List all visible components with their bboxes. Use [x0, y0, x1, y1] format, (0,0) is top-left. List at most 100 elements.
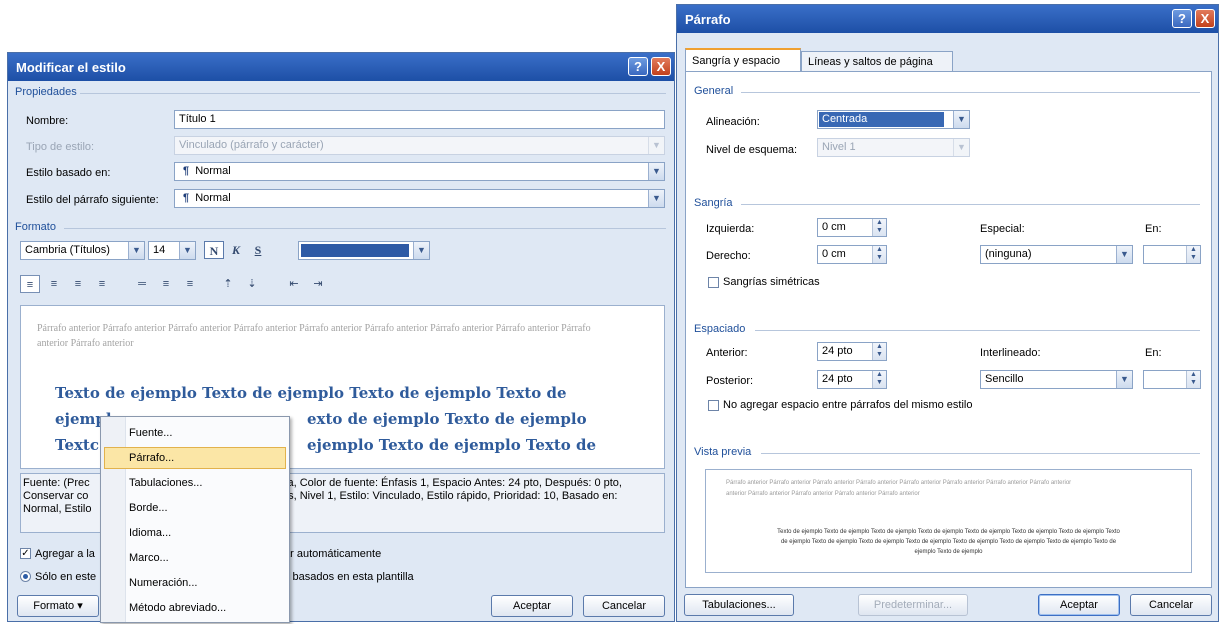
chevron-down-icon[interactable]: ▼ — [953, 111, 969, 128]
italic-icon: K — [231, 243, 240, 257]
chevron-down-icon: ▼ — [953, 139, 969, 156]
spinner-arrows-icon[interactable]: ▲ ▼ — [872, 371, 886, 388]
divider — [761, 453, 1200, 454]
interlineado-select[interactable]: Sencillo ▼ — [980, 370, 1133, 389]
anterior-value: 24 pto — [822, 345, 853, 357]
spinner-arrows-icon[interactable]: ▲ ▼ — [1186, 246, 1200, 263]
menu-item-fuente[interactable]: Fuente... — [129, 427, 172, 439]
menu-item-metodo-abreviado[interactable]: Método abreviado... — [129, 602, 226, 614]
derecho-label: Derecho: — [706, 250, 751, 262]
spinner-arrows-icon[interactable]: ▲ ▼ — [872, 246, 886, 263]
menu-item-numeracion[interactable]: Numeración... — [129, 577, 197, 589]
no-agregar-espacio-checkbox[interactable] — [708, 400, 719, 411]
font-color-select[interactable]: ▼ — [298, 241, 430, 260]
chevron-down-icon[interactable]: ▼ — [1116, 371, 1132, 388]
menu-item-borde[interactable]: Borde... — [129, 502, 168, 514]
anterior-label: Anterior: — [706, 347, 748, 359]
only-this-document-label-b: s basados en esta plantilla — [284, 571, 414, 583]
aceptar-button[interactable]: Aceptar — [1038, 594, 1120, 616]
tabulaciones-button[interactable]: Tabulaciones... — [684, 594, 794, 616]
menu-item-tabulaciones[interactable]: Tabulaciones... — [129, 477, 202, 489]
decrease-space-before-icon[interactable]: ⇣ — [242, 275, 262, 293]
add-to-gallery-checkbox[interactable]: ✓ — [20, 548, 31, 559]
align-left-icon[interactable]: ≡ — [20, 275, 40, 293]
anterior-spinner[interactable]: 24 pto ▲ ▼ — [817, 342, 887, 361]
increase-indent-icon[interactable]: ⇥ — [308, 275, 328, 293]
menu-item-marco[interactable]: Marco... — [129, 552, 169, 564]
cancelar-button[interactable]: Cancelar — [1130, 594, 1212, 616]
alineacion-value: Centrada — [819, 112, 944, 127]
help-button[interactable]: ? — [1172, 9, 1192, 28]
en2-label: En: — [1145, 347, 1162, 359]
tab-sangria-espacio[interactable]: Sangría y espacio — [685, 48, 801, 72]
description-line-1a: Fuente: (Prec — [23, 477, 90, 489]
align-center-icon[interactable]: ≡ — [44, 275, 64, 293]
chevron-down-icon: ▼ — [648, 137, 664, 154]
decrease-indent-icon[interactable]: ⇤ — [284, 275, 304, 293]
italic-button[interactable]: K — [226, 241, 246, 259]
izquierda-value: 0 cm — [822, 221, 846, 233]
description-line-2a: Conservar co — [23, 490, 89, 502]
chevron-down-icon[interactable]: ▼ — [1116, 246, 1132, 263]
en-spinner[interactable]: ▲ ▼ — [1143, 245, 1201, 264]
derecho-value: 0 cm — [822, 248, 846, 260]
interlineado-value: Sencillo — [985, 373, 1024, 385]
siguiente-select[interactable]: ¶ Normal ▼ — [174, 189, 665, 208]
menu-item-parrafo[interactable]: Párrafo... — [129, 452, 174, 464]
spinner-arrows-icon[interactable]: ▲ ▼ — [872, 219, 886, 236]
bold-button[interactable]: N — [204, 241, 224, 259]
menu-item-idioma[interactable]: Idioma... — [129, 527, 171, 539]
sangrias-simetricas-checkbox[interactable] — [708, 277, 719, 288]
cancelar-button[interactable]: Cancelar — [583, 595, 665, 617]
section-propiedades: Propiedades — [15, 86, 77, 98]
underline-button[interactable]: S — [248, 241, 268, 259]
font-select[interactable]: Cambria (Títulos) ▼ — [20, 241, 145, 260]
chevron-down-icon[interactable]: ▼ — [179, 242, 195, 259]
tab-label: Sangría y espacio — [692, 55, 781, 67]
predeterminar-button: Predeterminar... — [858, 594, 968, 616]
aceptar-button[interactable]: Aceptar — [491, 595, 573, 617]
en2-spinner[interactable]: ▲ ▼ — [1143, 370, 1201, 389]
derecho-spinner[interactable]: 0 cm ▲ ▼ — [817, 245, 887, 264]
chevron-down-icon[interactable]: ▼ — [128, 242, 144, 259]
close-button[interactable]: X — [1195, 9, 1215, 28]
tab-lineas-saltos[interactable]: Líneas y saltos de página — [801, 51, 953, 72]
basado-en-select[interactable]: ¶ Normal ▼ — [174, 162, 665, 181]
alineacion-select[interactable]: Centrada ▼ — [817, 110, 970, 129]
spinner-arrows-icon[interactable]: ▲ ▼ — [872, 343, 886, 360]
parrafo-dialog: Párrafo ? X Sangría y espacio Líneas y s… — [676, 4, 1219, 622]
align-right-icon[interactable]: ≡ — [68, 275, 88, 293]
single-spacing-icon[interactable]: ═ — [132, 275, 152, 293]
preview-sample-line-3b: ejemplo Texto de ejemplo Texto de — [307, 436, 597, 454]
formato-menu-button[interactable]: Formato ▾ — [17, 595, 99, 617]
spinner-arrows-icon[interactable]: ▲ ▼ — [1186, 371, 1200, 388]
add-to-gallery-label-b: ar automáticamente — [284, 548, 382, 560]
interlineado-label: Interlineado: — [980, 347, 1041, 359]
increase-space-before-icon[interactable]: ⇡ — [218, 275, 238, 293]
close-button[interactable]: X — [651, 57, 671, 76]
paragraph-preview: Párrafo anterior Párrafo anterior Párraf… — [705, 469, 1192, 573]
section-general: General — [694, 85, 734, 97]
description-line-3a: Normal, Estilo — [23, 503, 92, 515]
dialog-title: Modificar el estilo — [16, 60, 126, 75]
chevron-down-icon[interactable]: ▼ — [648, 190, 664, 207]
help-button[interactable]: ? — [628, 57, 648, 76]
nombre-input[interactable]: Título 1 — [174, 110, 665, 129]
siguiente-value: Normal — [195, 192, 231, 204]
align-justify-icon[interactable]: ≡ — [92, 275, 112, 293]
double-spacing-icon[interactable]: ≡ — [180, 275, 200, 293]
formato-dropdown-menu: Fuente... Párrafo... Tabulaciones... Bor… — [100, 416, 290, 623]
en-label: En: — [1145, 223, 1162, 235]
vp-previous-line-1: Párrafo anterior Párrafo anterior Párraf… — [726, 480, 1072, 486]
posterior-spinner[interactable]: 24 pto ▲ ▼ — [817, 370, 887, 389]
tipo-estilo-label: Tipo de estilo: — [26, 141, 95, 153]
especial-select[interactable]: (ninguna) ▼ — [980, 245, 1133, 264]
size-select[interactable]: 14 ▼ — [148, 241, 196, 260]
nivel-esquema-select: Nivel 1 ▼ — [817, 138, 970, 157]
vp-sample-line-2: de ejemplo Texto de ejemplo Texto de eje… — [780, 539, 1117, 545]
chevron-down-icon[interactable]: ▼ — [648, 163, 664, 180]
izquierda-spinner[interactable]: 0 cm ▲ ▼ — [817, 218, 887, 237]
chevron-down-icon[interactable]: ▼ — [413, 242, 429, 259]
only-this-document-radio[interactable] — [20, 571, 31, 582]
one-half-spacing-icon[interactable]: ≡ — [156, 275, 176, 293]
